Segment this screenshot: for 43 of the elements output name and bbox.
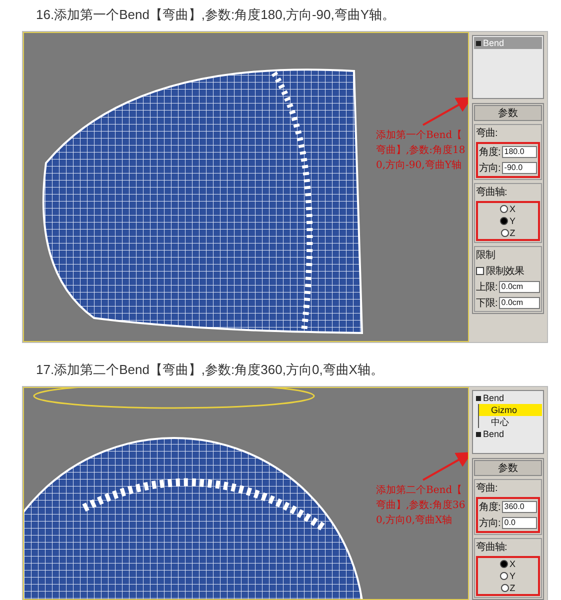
group-label: 限制 bbox=[476, 248, 496, 262]
angle-field[interactable]: 180.0 bbox=[502, 146, 537, 158]
axis-label: Y bbox=[509, 216, 516, 226]
radio-button[interactable] bbox=[500, 229, 509, 237]
group-label: 弯曲轴: bbox=[476, 540, 508, 554]
upper-limit-field[interactable]: 0.0cm bbox=[499, 281, 540, 293]
group-label: 弯曲: bbox=[476, 482, 498, 495]
direction-field[interactable]: -90.0 bbox=[502, 162, 537, 174]
step-caption: 17.添加第二个Bend【弯曲】,参数:角度360,方向0,弯曲X轴。 bbox=[35, 361, 384, 379]
axis-label: Z bbox=[510, 583, 516, 593]
group-label: 弯曲: bbox=[476, 126, 498, 140]
arrow bbox=[422, 97, 468, 126]
direction-field[interactable]: 0.0 bbox=[502, 517, 537, 529]
radio-button[interactable] bbox=[500, 572, 508, 580]
angle-label: 角度: bbox=[479, 500, 500, 514]
rollout-title[interactable]: 参数 bbox=[474, 460, 542, 476]
checkbox[interactable] bbox=[476, 267, 484, 275]
group-label: 弯曲轴: bbox=[476, 186, 508, 199]
axis-label: Z bbox=[510, 228, 516, 238]
axis-label: X bbox=[509, 559, 516, 569]
modifier-stack-item[interactable]: Bend bbox=[474, 428, 542, 440]
radio-button[interactable] bbox=[500, 205, 508, 213]
step-caption: 16.添加第一个Bend【弯曲】,参数:角度180,方向-90,弯曲Y轴。 bbox=[35, 6, 396, 24]
radio-button[interactable] bbox=[500, 560, 508, 568]
radio-button[interactable] bbox=[500, 584, 509, 592]
angle-label: 角度: bbox=[479, 146, 500, 159]
modifier-stack-item[interactable]: Bend bbox=[474, 392, 542, 404]
axis-label: Y bbox=[509, 571, 516, 581]
rollout-title[interactable]: 参数 bbox=[474, 105, 542, 121]
axis-label: X bbox=[509, 204, 516, 214]
lower-limit-field[interactable]: 0.0cm bbox=[499, 297, 540, 309]
sub-object-item[interactable]: 中心 bbox=[478, 416, 542, 428]
limit-effect-label: 限制效果 bbox=[486, 264, 524, 278]
upper-limit-label: 上限: bbox=[476, 280, 498, 294]
annotation-text: 添加第二个Bend【弯曲】,参数:角度360,方向0,弯曲X轴 bbox=[376, 484, 466, 528]
lower-limit-label: 下限: bbox=[476, 297, 498, 310]
annotation-text: 添加第一个Bend【弯曲】,参数:角度180,方向-90,弯曲Y轴 bbox=[376, 128, 466, 173]
direction-label: 方向: bbox=[479, 162, 500, 175]
radio-button[interactable] bbox=[500, 217, 508, 225]
arrow bbox=[422, 452, 468, 481]
direction-label: 方向: bbox=[479, 516, 500, 530]
angle-field[interactable]: 360.0 bbox=[502, 501, 537, 513]
sub-object-item[interactable]: Gizmo bbox=[478, 404, 542, 416]
